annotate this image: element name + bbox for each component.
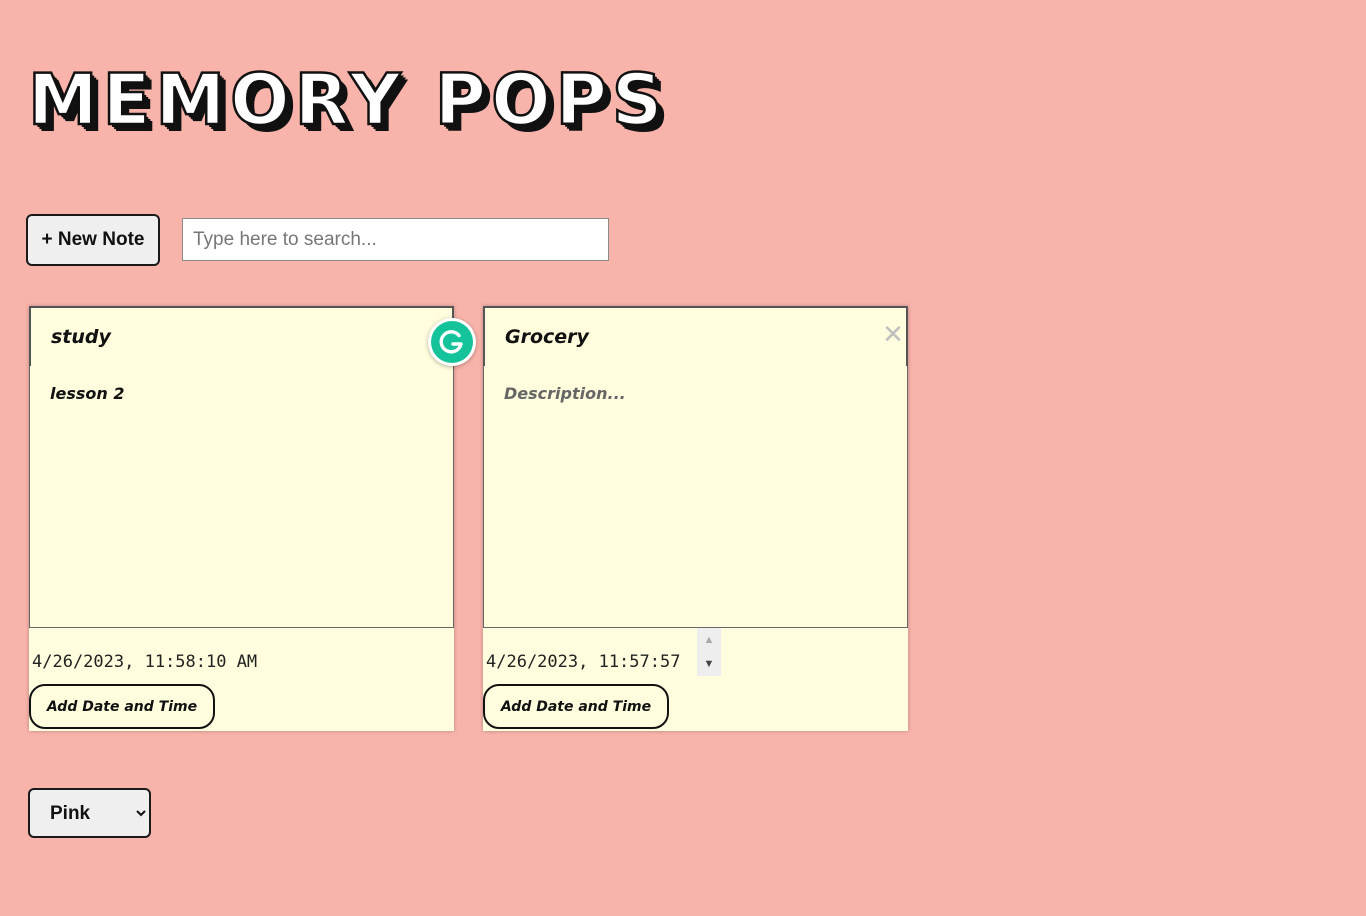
datetime-spinner[interactable]: ▲ ▼ bbox=[697, 628, 721, 676]
chevron-down-icon[interactable]: ▼ bbox=[697, 652, 721, 676]
add-date-time-button[interactable]: Add Date and Time bbox=[483, 684, 669, 729]
note-description-input[interactable] bbox=[483, 366, 908, 628]
note-card: lesson 2 4/26/2023, 11:58:10 AM Add Date… bbox=[29, 306, 454, 731]
grammarly-icon[interactable] bbox=[428, 318, 476, 366]
note-title-input[interactable] bbox=[29, 306, 454, 368]
note-datetime[interactable]: 4/26/2023, 11:58:10 AM bbox=[32, 652, 257, 672]
close-icon[interactable]: ✕ bbox=[880, 320, 906, 350]
color-theme-select[interactable]: Pink bbox=[28, 788, 151, 838]
note-description-input[interactable]: lesson 2 bbox=[29, 366, 454, 628]
note-datetime[interactable]: 4/26/2023, 11:57:57 bbox=[486, 652, 680, 672]
search-input[interactable] bbox=[182, 218, 609, 261]
app-root: MEMORY POPS + New Note lesson 2 4/26/202… bbox=[0, 0, 1366, 916]
note-card: ✕ 4/26/2023, 11:57:57 ▲ ▼ Add Date and T… bbox=[483, 306, 908, 731]
note-title-input[interactable] bbox=[483, 306, 908, 368]
app-title: MEMORY POPS bbox=[27, 58, 668, 143]
add-date-time-button[interactable]: Add Date and Time bbox=[29, 684, 215, 729]
new-note-button[interactable]: + New Note bbox=[26, 214, 160, 266]
chevron-up-icon[interactable]: ▲ bbox=[697, 628, 721, 652]
